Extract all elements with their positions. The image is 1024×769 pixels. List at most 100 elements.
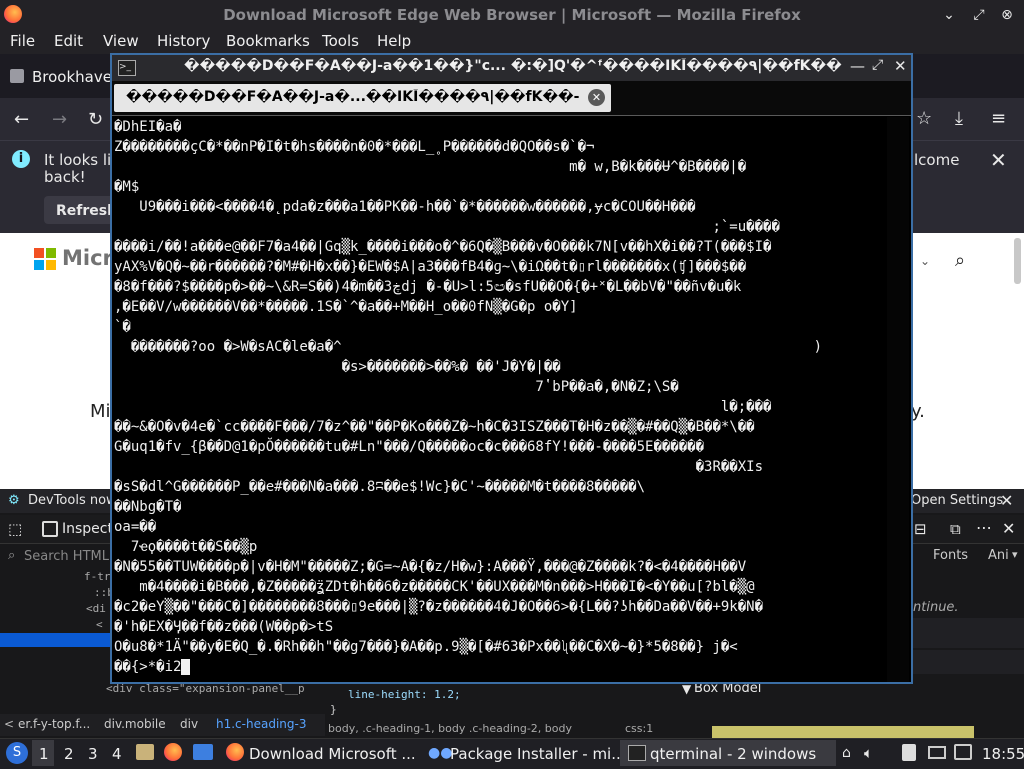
forward-arrow-icon[interactable]: →	[52, 109, 67, 130]
breadcrumb-item[interactable]: div.mobile	[104, 717, 166, 731]
terminal-line: �3R��XIs	[114, 459, 764, 475]
clipboard-icon[interactable]	[902, 744, 916, 761]
terminal-line: �'h�EX�Ӌ��f��z���(W��p�>tS	[114, 619, 334, 635]
breadcrumb-item[interactable]: er.f-y-top.f...	[18, 717, 90, 731]
volume-icon[interactable]: 🔈︎	[864, 744, 873, 762]
breadcrumb-item[interactable]: div	[180, 717, 198, 731]
terminal-line: ��Nbg�T�	[114, 499, 182, 515]
terminal-close-icon[interactable]: ✕	[894, 57, 907, 75]
downloads-icon[interactable]: ⤓	[955, 108, 963, 129]
layout-icon[interactable]: ⊟	[914, 520, 927, 538]
display-icon[interactable]	[928, 746, 946, 759]
terminal-line: O�u8�*1Ӓ"��y�E�Q_�.�Rh��h"��g7���}�A��p.…	[114, 639, 738, 655]
terminal-tab-close-icon[interactable]: ✕	[588, 89, 605, 106]
terminal-line: l�;���	[114, 399, 772, 415]
box-model-diagram	[712, 726, 974, 738]
markup-line[interactable]: <di	[86, 602, 106, 615]
more-options-icon[interactable]: ⋯	[976, 518, 992, 537]
breadcrumb-item-current[interactable]: h1.c-heading-3	[216, 717, 306, 731]
close-window-icon[interactable]: ⊗	[996, 4, 1018, 26]
bookmark-star-icon[interactable]: ☆	[916, 108, 932, 129]
responsive-icon[interactable]: ⧉	[950, 520, 961, 538]
terminal-line: m�4����i�B���,�Z�����ʓ̈ZDt�h��6�z�����CK…	[114, 579, 755, 595]
workspace-4[interactable]: 4	[112, 745, 122, 763]
workspace-2[interactable]: 2	[64, 745, 74, 763]
terminal-tab[interactable]: �����D��F�A��J-a�...��IKĪ����٩|��fK��- ✕	[114, 84, 611, 112]
network-icon[interactable]	[954, 744, 972, 760]
search-html-icon: ⌕	[8, 548, 16, 563]
terminal-line: ��{>*�i2	[114, 657, 884, 677]
tabs-overflow-icon[interactable]: ▾	[1012, 548, 1018, 561]
markup-line[interactable]: <	[96, 618, 103, 631]
menu-file[interactable]: File	[10, 32, 35, 50]
terminal-maximize-icon[interactable]: ⤢	[872, 57, 883, 73]
dropdown-chevron-icon[interactable]: ⌄	[920, 254, 930, 268]
terminal-line: `�	[114, 319, 131, 335]
page-scrollbar[interactable]	[1014, 238, 1021, 284]
reload-icon[interactable]: ↻	[88, 109, 103, 130]
qterminal-task-icon	[628, 745, 646, 761]
css-footer-source[interactable]: css:1	[625, 722, 653, 735]
terminal-line: ,�E��V/w������V��*�����.1S�`^�a��+M��H_o…	[114, 299, 578, 315]
menu-hamburger-icon[interactable]: ≡	[991, 108, 1006, 129]
microsoft-logo-icon	[34, 248, 56, 270]
menu-history[interactable]: History	[157, 32, 210, 50]
start-menu-icon[interactable]: S	[6, 742, 28, 764]
tab-fonts[interactable]: Fonts	[933, 548, 968, 563]
minimize-icon[interactable]: ⌄	[938, 4, 960, 26]
taskbar-item-firefox[interactable]: Download Microsoft ...	[249, 745, 416, 763]
notification-close-icon[interactable]: ✕	[990, 148, 1007, 172]
file-manager-icon[interactable]	[136, 744, 154, 760]
tab-brookhaven[interactable]: Brookhaven	[32, 68, 121, 86]
terminal-line: �M$	[114, 179, 140, 195]
taskbar-item-package-installer[interactable]: Package Installer - mi...	[450, 745, 626, 763]
terminal-minimize-icon[interactable]: —	[850, 57, 865, 75]
search-html-input[interactable]: Search HTML	[24, 549, 109, 564]
box-model-expander-icon[interactable]: ▼	[682, 682, 691, 696]
open-settings-link[interactable]: Open Settings	[911, 493, 1003, 508]
terminal-line: 7ʽbP��a�,�N�Z;\S�	[114, 379, 679, 395]
terminal-line: yAX%V�Q�~��r������?�M#�H�x��}�EW�$A|a3��…	[114, 259, 747, 275]
terminal-line: �N�55��TUW����p�|v�H�M"�����Z;�G=~A�{�z/…	[114, 559, 747, 575]
back-arrow-icon[interactable]: ←	[14, 109, 29, 130]
menu-bookmarks[interactable]: Bookmarks	[226, 32, 310, 50]
terminal-output[interactable]: �DhEI�a� Z��������çC�*��nP�I�t�hs����n�0�…	[114, 117, 884, 682]
element-picker-icon[interactable]: ⬚	[8, 520, 22, 538]
tray-clipboard-icon[interactable]: ⌂	[842, 745, 851, 761]
devtools-close-icon[interactable]: ✕	[1002, 519, 1015, 538]
menu-help[interactable]: Help	[377, 32, 411, 50]
firefox-launcher-icon[interactable]	[164, 743, 182, 761]
rule-panel-block	[913, 650, 1024, 674]
terminal-line: U9���i���<����4�˛pda�z���a1��PK��-h��`�*…	[114, 199, 696, 215]
terminal-line: Z��������çC�*��nP�I�t�hs����n�0�*���L_˳P…	[114, 139, 595, 155]
terminal-window-title: �����D��F�A��J-a��1��}"c... �:�]Q'�^ᶠ���…	[184, 58, 842, 74]
workspace-3[interactable]: 3	[88, 745, 98, 763]
terminal-line: oa=��	[114, 519, 157, 535]
workspace-1[interactable]: 1	[39, 745, 49, 763]
maximize-icon[interactable]: ⤢	[968, 4, 990, 26]
menu-tools[interactable]: Tools	[322, 32, 359, 50]
css-rule-line: line-height: 1.2;	[348, 688, 461, 701]
search-icon[interactable]: ⌕	[955, 250, 965, 271]
taskbar-item-qterminal[interactable]: qterminal - 2 windows	[650, 745, 816, 763]
terminal-line: �c2�eY▒��"���C�]��������8���▯9e���|▒?�z�…	[114, 599, 764, 615]
breadcrumb-back-icon[interactable]: <	[4, 717, 14, 731]
clock: 18:55	[982, 745, 1024, 763]
notification-text-right: lcome	[914, 151, 960, 169]
selected-markup-row[interactable]	[0, 633, 110, 647]
terminal-line: �DhEI�a�	[114, 119, 182, 135]
css-rule-brace: }	[330, 703, 337, 716]
tab-animations[interactable]: Ani	[988, 548, 1009, 563]
tab-favicon-icon	[10, 69, 24, 83]
menu-view[interactable]: View	[103, 32, 139, 50]
terminal-scrollbar[interactable]	[887, 117, 909, 682]
markup-line[interactable]: f-tr	[84, 570, 111, 583]
devtools-banner-icon: ⚙	[8, 493, 20, 508]
terminal-line: 7ҽϙ����t��S��▒p	[114, 539, 258, 555]
info-icon: i	[12, 150, 30, 168]
window-launcher-icon[interactable]	[193, 744, 213, 760]
terminal-cursor	[181, 659, 191, 675]
menu-edit[interactable]: Edit	[54, 32, 83, 50]
devtools-banner-close-icon[interactable]: ✕	[1000, 491, 1013, 510]
terminal-line: �s>�������>��%� ��'J�Y�|��	[114, 359, 561, 375]
